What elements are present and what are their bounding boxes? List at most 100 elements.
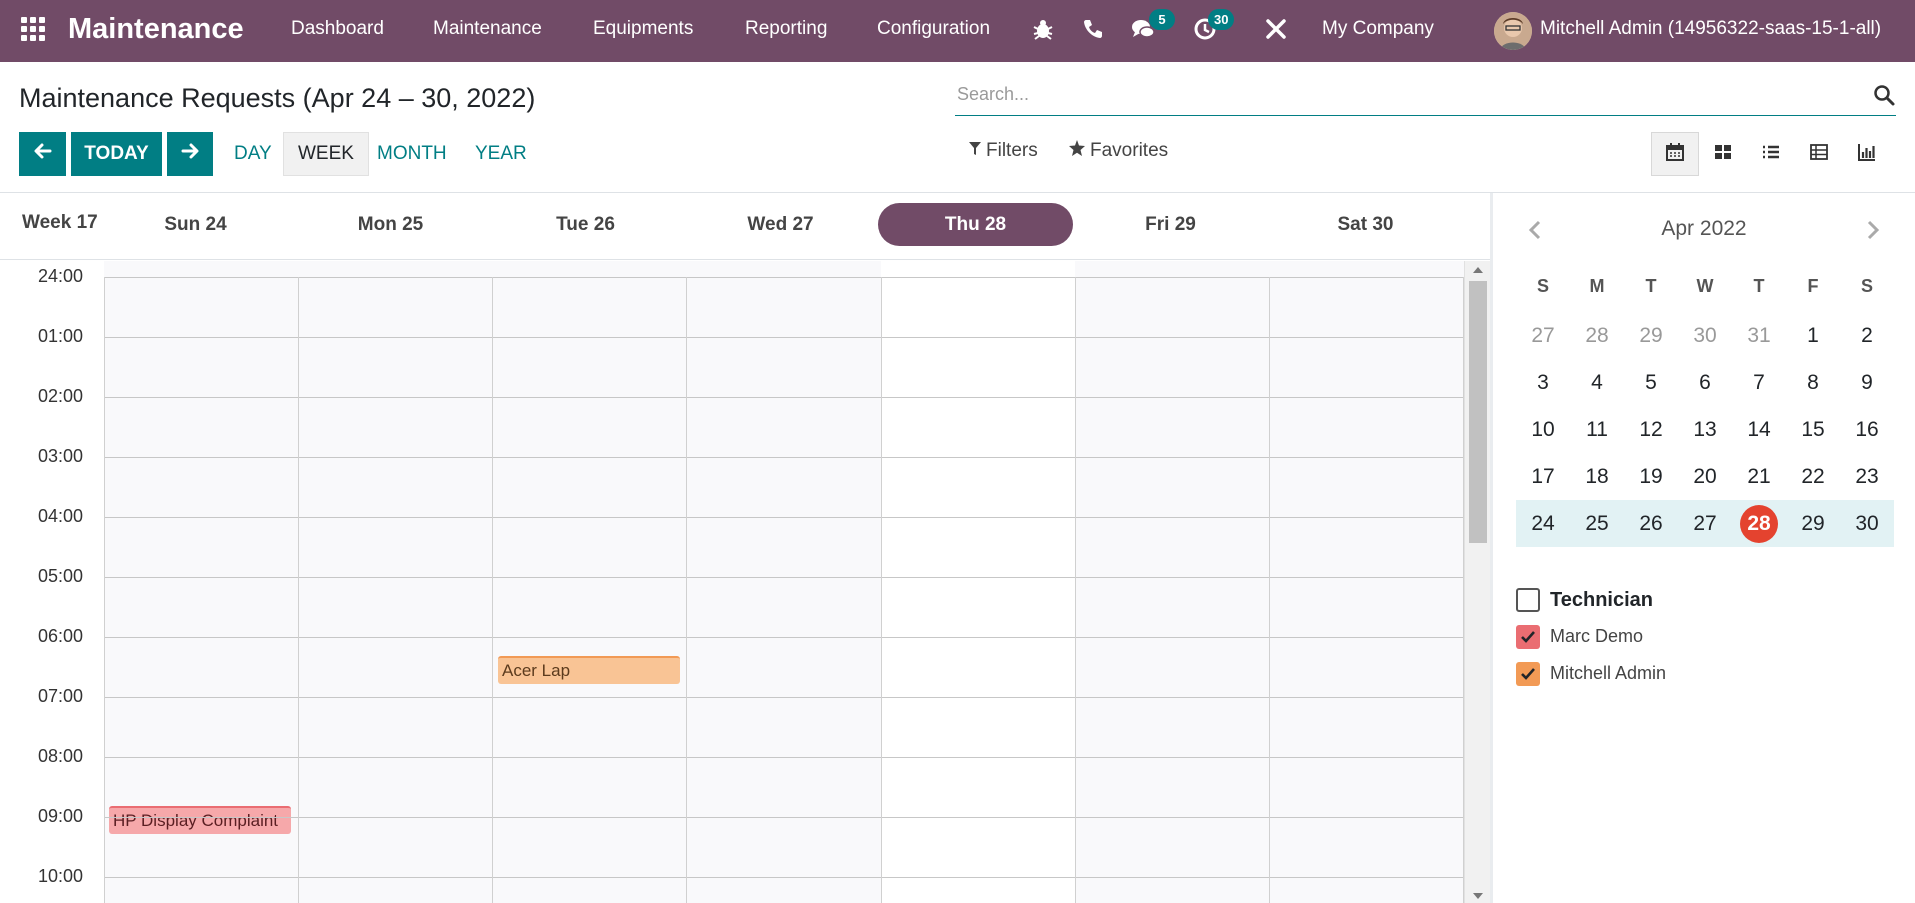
day-header-tue[interactable]: Tue 26 [488, 203, 683, 246]
view-switcher [1651, 132, 1891, 176]
mini-day[interactable]: 11 [1570, 406, 1624, 453]
mini-day[interactable]: 25 [1570, 500, 1624, 547]
company-switcher[interactable]: My Company [1322, 18, 1434, 40]
checkbox-checked-icon[interactable] [1516, 662, 1540, 686]
mini-day[interactable]: 12 [1624, 406, 1678, 453]
menu-dashboard[interactable]: Dashboard [291, 18, 384, 40]
menu-maintenance[interactable]: Maintenance [433, 18, 542, 40]
mini-day[interactable]: 31 [1732, 312, 1786, 359]
filter-item-label: Marc Demo [1550, 626, 1644, 646]
hour-label: 03:00 [38, 446, 84, 466]
bug-icon[interactable] [1030, 16, 1056, 42]
today-button[interactable]: TODAY [71, 132, 162, 176]
search-input[interactable] [955, 78, 1855, 110]
event-acer-lap[interactable]: Acer Lap [498, 656, 680, 684]
time-grid[interactable]: Acer Lap HP Display Complaint 24:00 01:00… [0, 261, 1490, 903]
scroll-down-icon[interactable] [1473, 893, 1483, 899]
search-icon[interactable] [1872, 83, 1896, 107]
today-column [881, 261, 1075, 903]
mini-weekday: S [1536, 276, 1549, 296]
checkbox-unchecked-icon[interactable] [1516, 588, 1540, 612]
mini-day[interactable]: 29 [1786, 500, 1840, 547]
mini-day[interactable]: 15 [1786, 406, 1840, 453]
mini-day[interactable]: 21 [1732, 453, 1786, 500]
previous-week-button[interactable] [19, 132, 66, 176]
mini-day[interactable]: 22 [1786, 453, 1840, 500]
checkbox-checked-icon[interactable] [1516, 625, 1540, 649]
mini-day[interactable]: 20 [1678, 453, 1732, 500]
search-bar [955, 78, 1896, 116]
mini-day[interactable]: 13 [1678, 406, 1732, 453]
day-header-sat[interactable]: Sat 30 [1268, 203, 1463, 246]
hour-label: 09:00 [38, 806, 84, 826]
day-header-fri[interactable]: Fri 29 [1073, 203, 1268, 246]
hour-line [104, 577, 1464, 578]
mini-day[interactable]: 19 [1624, 453, 1678, 500]
mini-day[interactable]: 27 [1678, 500, 1732, 547]
scroll-up-icon[interactable] [1473, 267, 1483, 273]
mini-day[interactable]: 6 [1678, 359, 1732, 406]
mini-day[interactable]: 30 [1840, 500, 1894, 547]
chevron-right-icon[interactable] [1861, 219, 1883, 241]
app-name[interactable]: Maintenance [68, 13, 244, 46]
hour-line [104, 877, 1464, 878]
scale-year[interactable]: YEAR [461, 132, 541, 176]
pivot-view-button[interactable] [1795, 132, 1843, 176]
mini-day[interactable]: 2 [1840, 312, 1894, 359]
messages-badge: 5 [1149, 9, 1175, 30]
mini-day[interactable]: 17 [1516, 453, 1570, 500]
grid-scrollbar[interactable] [1464, 261, 1490, 903]
mini-day-today[interactable]: 28 [1732, 500, 1786, 547]
mini-day[interactable]: 26 [1624, 500, 1678, 547]
mini-day[interactable]: 10 [1516, 406, 1570, 453]
day-header-wed[interactable]: Wed 27 [683, 203, 878, 246]
user-avatar[interactable] [1494, 12, 1532, 50]
mini-day[interactable]: 30 [1678, 312, 1732, 359]
mini-day[interactable]: 3 [1516, 359, 1570, 406]
mini-week-row: 27 28 29 30 31 1 2 [1516, 312, 1894, 359]
grid-background [104, 261, 1464, 903]
tools-icon[interactable] [1263, 16, 1289, 42]
menu-configuration[interactable]: Configuration [877, 18, 990, 40]
list-view-button[interactable] [1747, 132, 1795, 176]
menu-reporting[interactable]: Reporting [745, 18, 827, 40]
mini-day[interactable]: 5 [1624, 359, 1678, 406]
mini-day[interactable]: 14 [1732, 406, 1786, 453]
calendar-view-button[interactable] [1651, 132, 1699, 176]
week-number: Week 17 [22, 212, 98, 233]
hour-line [104, 457, 1464, 458]
day-header-sun[interactable]: Sun 24 [98, 203, 293, 246]
mini-day[interactable]: 27 [1516, 312, 1570, 359]
mini-weekday: M [1589, 276, 1605, 296]
mini-day[interactable]: 24 [1516, 500, 1570, 547]
mini-day[interactable]: 8 [1786, 359, 1840, 406]
day-header-mon[interactable]: Mon 25 [293, 203, 488, 246]
scale-month[interactable]: MONTH [363, 132, 461, 176]
mini-day[interactable]: 4 [1570, 359, 1624, 406]
scale-day[interactable]: DAY [220, 132, 286, 176]
favorites-button[interactable]: Favorites [1069, 140, 1168, 162]
mini-day[interactable]: 28 [1570, 312, 1624, 359]
mini-day[interactable]: 1 [1786, 312, 1840, 359]
mini-day[interactable]: 16 [1840, 406, 1894, 453]
apps-menu-icon[interactable] [21, 17, 45, 41]
filters-button[interactable]: Filters [969, 140, 1038, 162]
user-menu[interactable]: Mitchell Admin (14956322-saas-15-1-all) [1540, 18, 1881, 40]
event-hp-display-complaint[interactable]: HP Display Complaint [109, 806, 291, 834]
next-week-button[interactable] [167, 132, 213, 176]
menu-equipments[interactable]: Equipments [593, 18, 693, 40]
mini-day[interactable]: 29 [1624, 312, 1678, 359]
graph-view-button[interactable] [1843, 132, 1891, 176]
mini-day[interactable]: 9 [1840, 359, 1894, 406]
scale-week[interactable]: WEEK [283, 132, 369, 176]
day-column-line [492, 277, 493, 903]
mini-day[interactable]: 23 [1840, 453, 1894, 500]
kanban-view-button[interactable] [1699, 132, 1747, 176]
mini-day[interactable]: 18 [1570, 453, 1624, 500]
phone-icon[interactable] [1080, 16, 1106, 42]
day-header-thu-today[interactable]: Thu 28 [878, 203, 1073, 246]
pivot-icon [1809, 142, 1829, 167]
scroll-thumb[interactable] [1469, 281, 1487, 543]
hour-line [104, 697, 1464, 698]
mini-day[interactable]: 7 [1732, 359, 1786, 406]
